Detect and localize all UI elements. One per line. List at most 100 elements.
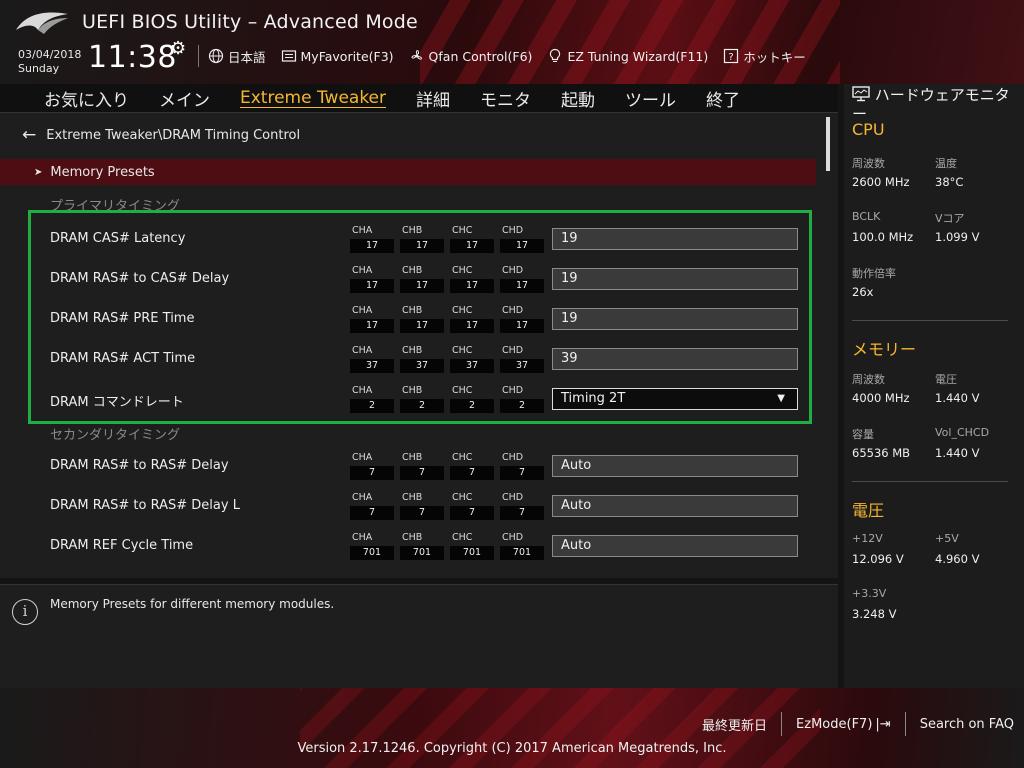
qfan-control-button[interactable]: Qfan Control(F6) <box>408 47 532 65</box>
channel-name: CHB <box>402 225 423 236</box>
favorite-list-icon <box>280 47 298 65</box>
channel-name: CHD <box>502 492 524 503</box>
ras-to-ras-delay-l-input[interactable]: Auto <box>552 495 798 517</box>
tab-advanced[interactable]: 詳細 <box>416 86 450 111</box>
channel-chb: CHB 17 <box>400 265 444 293</box>
divider <box>852 320 1008 321</box>
channel-value: 7 <box>450 506 494 520</box>
ezmode-button[interactable]: EzMode(F7) |⇥ <box>796 717 891 732</box>
command-rate-value: Timing 2T <box>561 391 626 406</box>
channel-name: CHD <box>502 265 524 276</box>
channel-name: CHA <box>352 265 373 276</box>
timing-row: DRAM RAS# PRE Time CHA 17 CHB 17 CHC 17 CHD… <box>0 305 838 345</box>
mem-freq-value: 4000 MHz <box>852 391 910 405</box>
tab-tool[interactable]: ツール <box>625 86 676 111</box>
cpu-heading: CPU <box>852 120 885 139</box>
back-arrow-icon[interactable]: ← <box>22 125 36 145</box>
channel-cha: CHA 17 <box>350 305 394 333</box>
channel-value: 17 <box>400 279 444 293</box>
help-question-icon: ? <box>722 47 740 65</box>
ref-cycle-time-input[interactable]: Auto <box>552 535 798 557</box>
timing-row: DRAM CAS# Latency CHA 17 CHB 17 CHC 17 CHD 1… <box>0 225 838 265</box>
main-nav: お気に入り メイン Extreme Tweaker 詳細 モニタ 起動 ツール … <box>0 84 838 112</box>
command-rate-select[interactable]: Timing 2T ▼ <box>552 388 798 410</box>
cpu-temp-label: 温度 <box>935 157 957 170</box>
channel-value: 17 <box>500 319 544 333</box>
ras-to-ras-delay-input[interactable]: Auto <box>552 455 798 477</box>
hotkeys-button[interactable]: ? ホットキー <box>722 47 806 66</box>
channel-value: 7 <box>500 506 544 520</box>
cas-latency-input[interactable]: 19 <box>552 228 798 250</box>
ras-to-cas-delay-input[interactable]: 19 <box>552 268 798 290</box>
footer-bar: 最終更新日 EzMode(F7) |⇥ Search on FAQ Versio… <box>0 688 1024 768</box>
v12-value: 12.096 V <box>852 552 904 566</box>
timing-row: DRAM RAS# to RAS# Delay CHA 7 CHB 7 CHC 7 C… <box>0 452 838 492</box>
globe-icon <box>207 47 225 65</box>
timing-label: DRAM RAS# to RAS# Delay L <box>50 498 240 513</box>
language-label: 日本語 <box>228 49 266 65</box>
ratio-value: 26x <box>852 285 874 299</box>
timing-row: DRAM RAS# to CAS# Delay CHA 17 CHB 17 CHC 1… <box>0 265 838 305</box>
ez-tuning-wizard-button[interactable]: EZ Tuning Wizard(F11) <box>546 47 708 65</box>
timing-row: DRAM RAS# to RAS# Delay L CHA 7 CHB 7 CHC 7… <box>0 492 838 532</box>
language-button[interactable]: 日本語 <box>207 47 266 66</box>
timing-label: DRAM RAS# to RAS# Delay <box>50 458 229 473</box>
channel-chb: CHB 37 <box>400 345 444 373</box>
channel-name: CHB <box>402 532 423 543</box>
timing-label: DRAM RAS# PRE Time <box>50 311 195 326</box>
channel-name: CHD <box>502 385 524 396</box>
monitor-icon <box>852 86 870 102</box>
info-icon: i <box>12 599 38 625</box>
scrollbar-thumb[interactable] <box>826 117 830 171</box>
hardware-monitor-title: ハードウェアモニター <box>852 86 1022 124</box>
channel-value: 2 <box>400 399 444 413</box>
channel-value: 17 <box>400 239 444 253</box>
gear-icon[interactable]: ⚙ <box>170 38 186 59</box>
channel-chc: CHC 2 <box>450 385 494 413</box>
tab-boot[interactable]: 起動 <box>561 86 595 111</box>
channel-value: 2 <box>450 399 494 413</box>
cpu-temp-value: 38°C <box>935 175 964 189</box>
footer-divider <box>781 712 783 736</box>
channel-chd: CHD 17 <box>500 225 544 253</box>
channel-chd: CHD 17 <box>500 265 544 293</box>
tab-extreme-tweaker[interactable]: Extreme Tweaker <box>240 88 386 108</box>
ras-pre-time-input[interactable]: 19 <box>552 308 798 330</box>
vol-chcd-value: 1.440 V <box>935 446 980 460</box>
myfavorite-button[interactable]: MyFavorite(F3) <box>280 47 394 65</box>
hotkeys-label: ホットキー <box>743 49 806 65</box>
tab-favorites[interactable]: お気に入り <box>44 86 129 111</box>
channel-name: CHB <box>402 305 423 316</box>
bclk-label: BCLK <box>852 210 881 223</box>
channel-chd: CHD 701 <box>500 532 544 560</box>
channel-chb: CHB 7 <box>400 452 444 480</box>
tab-exit[interactable]: 終了 <box>706 86 740 111</box>
channel-name: CHB <box>402 452 423 463</box>
channel-chc: CHC 17 <box>450 305 494 333</box>
tab-main[interactable]: メイン <box>159 86 210 111</box>
last-modified-link[interactable]: 最終更新日 <box>702 715 767 734</box>
memory-presets-item[interactable]: ➤ Memory Presets <box>0 159 816 185</box>
day-text: Sunday <box>18 62 60 75</box>
cpu-freq-label: 周波数 <box>852 157 885 170</box>
voltage-heading: 電圧 <box>852 501 885 520</box>
tab-monitor[interactable]: モニタ <box>480 86 531 111</box>
mem-freq-label: 周波数 <box>852 373 885 386</box>
channel-name: CHD <box>502 532 524 543</box>
channel-value: 37 <box>500 359 544 373</box>
channel-name: CHC <box>452 225 473 236</box>
ras-act-time-input[interactable]: 39 <box>552 348 798 370</box>
channel-value: 7 <box>500 466 544 480</box>
channel-name: CHA <box>352 452 373 463</box>
breadcrumb: ← Extreme Tweaker\DRAM Timing Control <box>22 125 300 145</box>
myfavorite-label: MyFavorite(F3) <box>300 48 394 64</box>
app-title: UEFI BIOS Utility – Advanced Mode <box>82 11 418 33</box>
timing-row: DRAM コマンドレート CHA 2 CHB 2 CHC 2 CHD 2 Timing … <box>0 385 838 425</box>
channel-value: 7 <box>450 466 494 480</box>
date-text: 03/04/2018 <box>18 48 82 61</box>
channel-name: CHB <box>402 345 423 356</box>
v5-label: +5V <box>935 532 959 545</box>
channel-value: 701 <box>500 546 544 560</box>
search-faq-link[interactable]: Search on FAQ <box>920 717 1014 732</box>
channel-name: CHC <box>452 305 473 316</box>
